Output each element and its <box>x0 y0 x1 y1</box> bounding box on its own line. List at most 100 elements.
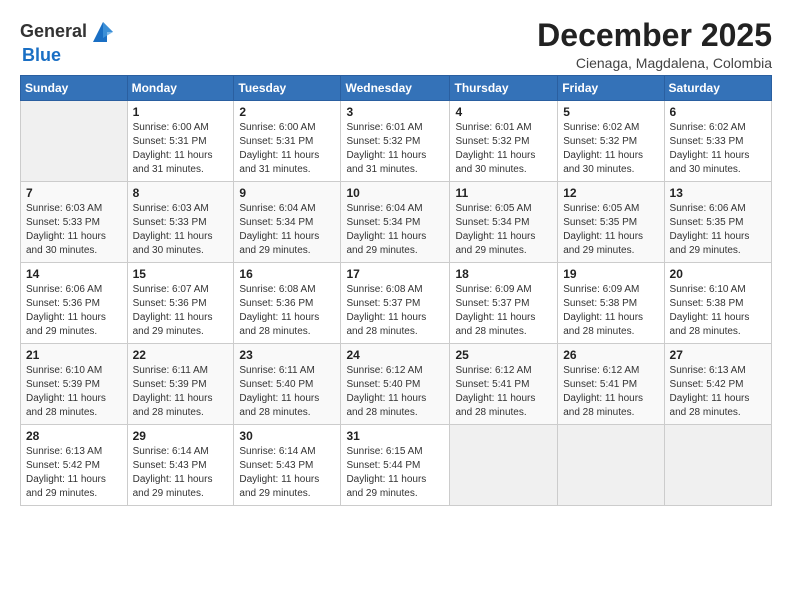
day-info: Sunrise: 6:09 AMSunset: 5:38 PMDaylight:… <box>563 283 658 339</box>
col-sunday: Sunday <box>21 76 128 101</box>
day-info: Sunrise: 6:14 AMSunset: 5:43 PMDaylight:… <box>133 445 229 501</box>
day-info: Sunrise: 6:03 AMSunset: 5:33 PMDaylight:… <box>26 202 122 258</box>
day-number: 14 <box>26 267 122 281</box>
calendar-cell: 25Sunrise: 6:12 AMSunset: 5:41 PMDayligh… <box>450 344 558 425</box>
calendar-week-5: 28Sunrise: 6:13 AMSunset: 5:42 PMDayligh… <box>21 425 772 506</box>
day-number: 13 <box>670 186 766 200</box>
calendar-cell: 14 Sunrise: 6:06 AMSunset: 5:36 PMDayligh… <box>21 263 128 344</box>
day-number: 20 <box>670 267 766 281</box>
calendar-cell: 22Sunrise: 6:11 AMSunset: 5:39 PMDayligh… <box>127 344 234 425</box>
calendar-cell: 3 Sunrise: 6:01 AMSunset: 5:32 PMDaylight… <box>341 101 450 182</box>
day-number: 6 <box>670 105 766 119</box>
calendar-week-3: 14 Sunrise: 6:06 AMSunset: 5:36 PMDayligh… <box>21 263 772 344</box>
day-info: Sunrise: 6:11 AMSunset: 5:40 PMDaylight:… <box>239 364 335 420</box>
day-info: Sunrise: 6:06 AMSunset: 5:35 PMDaylight:… <box>670 202 766 258</box>
calendar-cell: 16 Sunrise: 6:08 AMSunset: 5:36 PMDayligh… <box>234 263 341 344</box>
day-number: 4 <box>455 105 552 119</box>
day-number: 2 <box>239 105 335 119</box>
day-info: Sunrise: 6:06 AMSunset: 5:36 PMDaylight:… <box>26 283 122 339</box>
day-info: Sunrise: 6:12 AMSunset: 5:41 PMDaylight:… <box>563 364 658 420</box>
logo-general: General <box>20 22 87 42</box>
day-info: Sunrise: 6:00 AMSunset: 5:31 PMDaylight:… <box>133 121 229 177</box>
day-number: 11 <box>455 186 552 200</box>
subtitle: Cienaga, Magdalena, Colombia <box>537 55 772 71</box>
day-number: 24 <box>346 348 444 362</box>
day-number: 30 <box>239 429 335 443</box>
calendar-cell: 11 Sunrise: 6:05 AMSunset: 5:34 PMDayligh… <box>450 182 558 263</box>
day-info: Sunrise: 6:00 AMSunset: 5:31 PMDaylight:… <box>239 121 335 177</box>
calendar-cell: 17 Sunrise: 6:08 AMSunset: 5:37 PMDayligh… <box>341 263 450 344</box>
day-number: 1 <box>133 105 229 119</box>
calendar-cell: 19Sunrise: 6:09 AMSunset: 5:38 PMDayligh… <box>558 263 664 344</box>
calendar-header: Sunday Monday Tuesday Wednesday Thursday… <box>21 76 772 101</box>
calendar-cell: 24 Sunrise: 6:12 AMSunset: 5:40 PMDayligh… <box>341 344 450 425</box>
month-title: December 2025 <box>537 18 772 53</box>
day-info: Sunrise: 6:05 AMSunset: 5:34 PMDaylight:… <box>455 202 552 258</box>
day-info: Sunrise: 6:13 AMSunset: 5:42 PMDaylight:… <box>670 364 766 420</box>
day-info: Sunrise: 6:01 AMSunset: 5:32 PMDaylight:… <box>346 121 444 177</box>
col-tuesday: Tuesday <box>234 76 341 101</box>
day-number: 12 <box>563 186 658 200</box>
calendar-cell: 9Sunrise: 6:04 AMSunset: 5:34 PMDaylight… <box>234 182 341 263</box>
calendar-cell: 28Sunrise: 6:13 AMSunset: 5:42 PMDayligh… <box>21 425 128 506</box>
day-info: Sunrise: 6:10 AMSunset: 5:39 PMDaylight:… <box>26 364 122 420</box>
header-row: Sunday Monday Tuesday Wednesday Thursday… <box>21 76 772 101</box>
day-number: 22 <box>133 348 229 362</box>
calendar-week-4: 21 Sunrise: 6:10 AMSunset: 5:39 PMDayligh… <box>21 344 772 425</box>
day-number: 3 <box>346 105 444 119</box>
calendar-cell: 5 Sunrise: 6:02 AMSunset: 5:32 PMDaylight… <box>558 101 664 182</box>
calendar-cell: 6 Sunrise: 6:02 AMSunset: 5:33 PMDaylight… <box>664 101 771 182</box>
day-number: 31 <box>346 429 444 443</box>
day-info: Sunrise: 6:07 AMSunset: 5:36 PMDaylight:… <box>133 283 229 339</box>
calendar-cell <box>558 425 664 506</box>
calendar-cell: 26Sunrise: 6:12 AMSunset: 5:41 PMDayligh… <box>558 344 664 425</box>
day-number: 21 <box>26 348 122 362</box>
day-number: 27 <box>670 348 766 362</box>
calendar-cell: 8 Sunrise: 6:03 AMSunset: 5:33 PMDaylight… <box>127 182 234 263</box>
calendar-cell: 31 Sunrise: 6:15 AMSunset: 5:44 PMDayligh… <box>341 425 450 506</box>
calendar-cell: 13 Sunrise: 6:06 AMSunset: 5:35 PMDayligh… <box>664 182 771 263</box>
logo: General Blue <box>20 18 117 66</box>
day-info: Sunrise: 6:02 AMSunset: 5:33 PMDaylight:… <box>670 121 766 177</box>
header: General Blue December 2025 Cienaga, Magd… <box>20 18 772 71</box>
calendar-cell: 21 Sunrise: 6:10 AMSunset: 5:39 PMDayligh… <box>21 344 128 425</box>
day-info: Sunrise: 6:08 AMSunset: 5:37 PMDaylight:… <box>346 283 444 339</box>
day-info: Sunrise: 6:05 AMSunset: 5:35 PMDaylight:… <box>563 202 658 258</box>
day-info: Sunrise: 6:15 AMSunset: 5:44 PMDaylight:… <box>346 445 444 501</box>
logo-blue: Blue <box>22 46 61 66</box>
day-number: 7 <box>26 186 122 200</box>
calendar-cell: 7 Sunrise: 6:03 AMSunset: 5:33 PMDaylight… <box>21 182 128 263</box>
day-number: 16 <box>239 267 335 281</box>
day-number: 18 <box>455 267 552 281</box>
day-number: 5 <box>563 105 658 119</box>
calendar-table: Sunday Monday Tuesday Wednesday Thursday… <box>20 75 772 506</box>
calendar-cell: 29 Sunrise: 6:14 AMSunset: 5:43 PMDayligh… <box>127 425 234 506</box>
calendar-week-1: 1 Sunrise: 6:00 AMSunset: 5:31 PMDaylight… <box>21 101 772 182</box>
day-info: Sunrise: 6:12 AMSunset: 5:40 PMDaylight:… <box>346 364 444 420</box>
calendar-cell: 15Sunrise: 6:07 AMSunset: 5:36 PMDayligh… <box>127 263 234 344</box>
calendar-cell: 23Sunrise: 6:11 AMSunset: 5:40 PMDayligh… <box>234 344 341 425</box>
calendar-cell: 18Sunrise: 6:09 AMSunset: 5:37 PMDayligh… <box>450 263 558 344</box>
calendar-cell: 27 Sunrise: 6:13 AMSunset: 5:42 PMDayligh… <box>664 344 771 425</box>
day-number: 8 <box>133 186 229 200</box>
col-wednesday: Wednesday <box>341 76 450 101</box>
day-info: Sunrise: 6:02 AMSunset: 5:32 PMDaylight:… <box>563 121 658 177</box>
day-info: Sunrise: 6:08 AMSunset: 5:36 PMDaylight:… <box>239 283 335 339</box>
col-monday: Monday <box>127 76 234 101</box>
col-saturday: Saturday <box>664 76 771 101</box>
day-number: 17 <box>346 267 444 281</box>
calendar-cell: 2 Sunrise: 6:00 AMSunset: 5:31 PMDaylight… <box>234 101 341 182</box>
day-info: Sunrise: 6:03 AMSunset: 5:33 PMDaylight:… <box>133 202 229 258</box>
calendar-body: 1 Sunrise: 6:00 AMSunset: 5:31 PMDaylight… <box>21 101 772 506</box>
calendar-cell <box>664 425 771 506</box>
calendar-cell: 4 Sunrise: 6:01 AMSunset: 5:32 PMDaylight… <box>450 101 558 182</box>
day-number: 29 <box>133 429 229 443</box>
calendar-cell: 30 Sunrise: 6:14 AMSunset: 5:43 PMDayligh… <box>234 425 341 506</box>
calendar-cell: 20Sunrise: 6:10 AMSunset: 5:38 PMDayligh… <box>664 263 771 344</box>
day-info: Sunrise: 6:01 AMSunset: 5:32 PMDaylight:… <box>455 121 552 177</box>
day-info: Sunrise: 6:14 AMSunset: 5:43 PMDaylight:… <box>239 445 335 501</box>
calendar-cell: 10Sunrise: 6:04 AMSunset: 5:34 PMDayligh… <box>341 182 450 263</box>
calendar-week-2: 7 Sunrise: 6:03 AMSunset: 5:33 PMDaylight… <box>21 182 772 263</box>
day-info: Sunrise: 6:12 AMSunset: 5:41 PMDaylight:… <box>455 364 552 420</box>
calendar-cell <box>21 101 128 182</box>
